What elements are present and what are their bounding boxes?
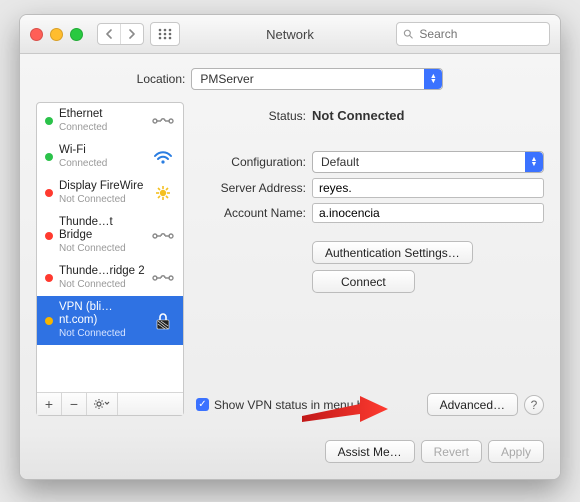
network-preferences-window: Network Location: PMServer ▲▼ EthernetCo… [19,14,561,480]
remove-service-button[interactable]: − [62,393,87,415]
close-window-button[interactable] [30,28,43,41]
account-name-input[interactable] [312,203,544,223]
status-row: Status: Not Connected [196,108,544,123]
search-field-wrap[interactable] [396,22,550,46]
apply-button[interactable]: Apply [488,440,544,463]
traffic-lights [30,28,83,41]
service-status: Not Connected [59,327,145,340]
service-name: Ethernet [59,108,145,121]
configuration-label: Configuration: [196,155,306,169]
assist-me-button[interactable]: Assist Me… [325,440,415,463]
account-row: Account Name: [196,203,544,223]
status-dot-icon [45,274,53,282]
configuration-value: Default [321,155,359,169]
account-label: Account Name: [196,206,306,220]
location-row: Location: PMServer ▲▼ [36,68,544,90]
location-label: Location: [137,72,186,86]
columns: EthernetConnectedWi-FiConnectedDisplay F… [36,102,544,416]
service-name: Wi-Fi [59,144,145,157]
service-item[interactable]: Thunde…ridge 2Not Connected [37,260,183,296]
service-status: Not Connected [59,242,145,255]
service-name: Thunde…t Bridge [59,216,145,242]
mid-buttons: Authentication Settings… Connect [312,241,544,293]
service-name: Display FireWire [59,180,145,193]
service-status: Connected [59,157,145,170]
action-menu-button[interactable] [87,393,118,415]
back-button[interactable] [98,24,120,44]
location-value: PMServer [200,72,253,86]
lock-icon [151,311,175,331]
show-all-button[interactable] [150,22,180,46]
gear-icon [93,398,111,410]
status-dot-icon [45,117,53,125]
service-name: VPN (bli…nt.com) [59,301,145,327]
status-value: Not Connected [312,108,404,123]
titlebar: Network [20,15,560,54]
status-dot-icon [45,189,53,197]
wifi-icon [151,147,175,167]
auth-settings-button[interactable]: Authentication Settings… [312,241,473,264]
service-name: Thunde…ridge 2 [59,265,145,278]
ethernet-icon [151,226,175,246]
chevron-updown-icon: ▲▼ [525,152,543,172]
service-text: Wi-FiConnected [59,144,145,170]
server-label: Server Address: [196,181,306,195]
firewire-icon [151,183,175,203]
nav-segmented [97,23,144,45]
service-text: VPN (bli…nt.com)Not Connected [59,301,145,340]
service-text: Display FireWireNot Connected [59,180,145,206]
revert-button[interactable]: Revert [421,440,482,463]
menubar-checkbox-row[interactable]: ✓ Show VPN status in menu bar [196,398,374,412]
footer: Assist Me… Revert Apply [20,428,560,479]
location-popup[interactable]: PMServer ▲▼ [191,68,443,90]
configuration-row: Configuration: Default ▲▼ [196,151,544,173]
server-row: Server Address: [196,178,544,198]
configuration-popup[interactable]: Default ▲▼ [312,151,544,173]
server-address-input[interactable] [312,178,544,198]
service-status: Connected [59,121,145,134]
ethernet-icon [151,111,175,131]
service-item[interactable]: VPN (bli…nt.com)Not Connected [37,296,183,345]
connect-button[interactable]: Connect [312,270,415,293]
bottom-row: ✓ Show VPN status in menu bar Advanced… … [196,393,544,416]
service-text: Thunde…t BridgeNot Connected [59,216,145,255]
menubar-checkbox[interactable]: ✓ [196,398,209,411]
forward-button[interactable] [120,24,143,44]
status-label: Status: [196,109,306,123]
status-dot-icon [45,153,53,161]
service-text: Thunde…ridge 2Not Connected [59,265,145,291]
body: Location: PMServer ▲▼ EthernetConnectedW… [20,54,560,428]
detail-panel: Status: Not Connected Configuration: Def… [196,102,544,416]
service-sidebar: EthernetConnectedWi-FiConnectedDisplay F… [36,102,184,416]
service-item[interactable]: Wi-FiConnected [37,139,183,175]
chevron-updown-icon: ▲▼ [424,69,442,89]
service-status: Not Connected [59,193,145,206]
zoom-window-button[interactable] [70,28,83,41]
help-button[interactable]: ? [524,395,544,415]
sidebar-toolbar: + − [37,392,183,415]
service-item[interactable]: EthernetConnected [37,103,183,139]
service-list[interactable]: EthernetConnectedWi-FiConnectedDisplay F… [37,103,183,392]
add-service-button[interactable]: + [37,393,62,415]
status-dot-icon [45,232,53,240]
ethernet-icon [151,268,175,288]
advanced-button[interactable]: Advanced… [427,393,518,416]
menubar-label: Show VPN status in menu bar [214,398,374,412]
search-icon [403,28,413,40]
service-text: EthernetConnected [59,108,145,134]
service-status: Not Connected [59,278,145,291]
service-item[interactable]: Thunde…t BridgeNot Connected [37,211,183,260]
status-dot-icon [45,317,53,325]
minimize-window-button[interactable] [50,28,63,41]
search-input[interactable] [417,26,543,42]
service-item[interactable]: Display FireWireNot Connected [37,175,183,211]
